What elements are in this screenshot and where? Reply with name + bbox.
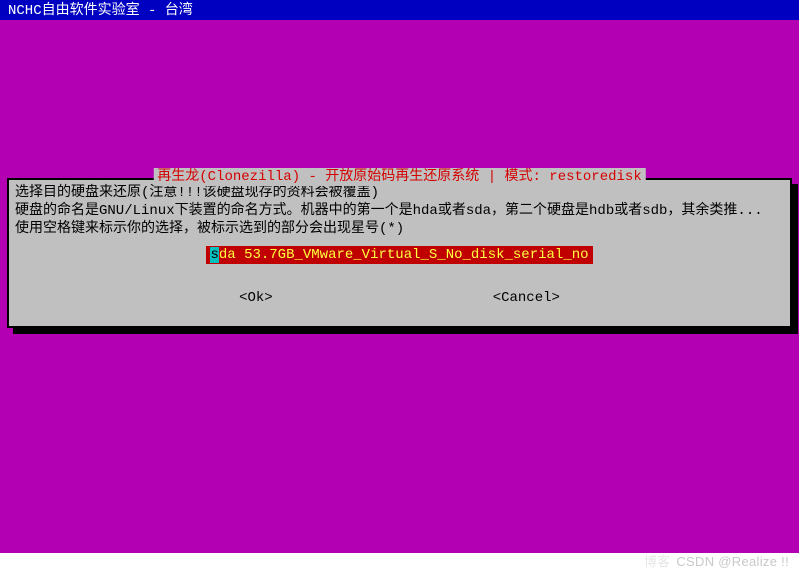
ok-button[interactable]: <Ok> [239, 290, 273, 306]
watermark-faint: 博客 [644, 554, 671, 569]
dialog-title: 再生龙(Clonezilla) - 开放原始码再生还原系统 | 模式: rest… [153, 168, 645, 186]
dialog-description: 选择目的硬盘来还原(注意!!!该硬盘现存的资料会被覆盖) 硬盘的命名是GNU/L… [15, 184, 784, 238]
option-text: da 53.7GB_VMware_Virtual_S_No_disk_seria… [219, 247, 589, 263]
terminal-screen: NCHC自由软件实验室 - 台湾 再生龙(Clonezilla) - 开放原始码… [0, 0, 799, 553]
watermark: 博客 CSDN @Realize !! [644, 554, 789, 571]
button-row: <Ok> <Cancel> [15, 290, 784, 306]
watermark-text: CSDN @Realize !! [676, 554, 789, 569]
option-hotkey: s [210, 247, 218, 263]
header-title: NCHC自由软件实验室 - 台湾 [8, 3, 193, 19]
cancel-button[interactable]: <Cancel> [493, 290, 560, 306]
dialog-body: 选择目的硬盘来还原(注意!!!该硬盘现存的资料会被覆盖) 硬盘的命名是GNU/L… [9, 180, 790, 326]
disk-option-sda[interactable]: sda 53.7GB_VMware_Virtual_S_No_disk_seri… [206, 246, 592, 264]
header-bar: NCHC自由软件实验室 - 台湾 [0, 0, 799, 20]
clonezilla-dialog: 再生龙(Clonezilla) - 开放原始码再生还原系统 | 模式: rest… [7, 178, 792, 328]
